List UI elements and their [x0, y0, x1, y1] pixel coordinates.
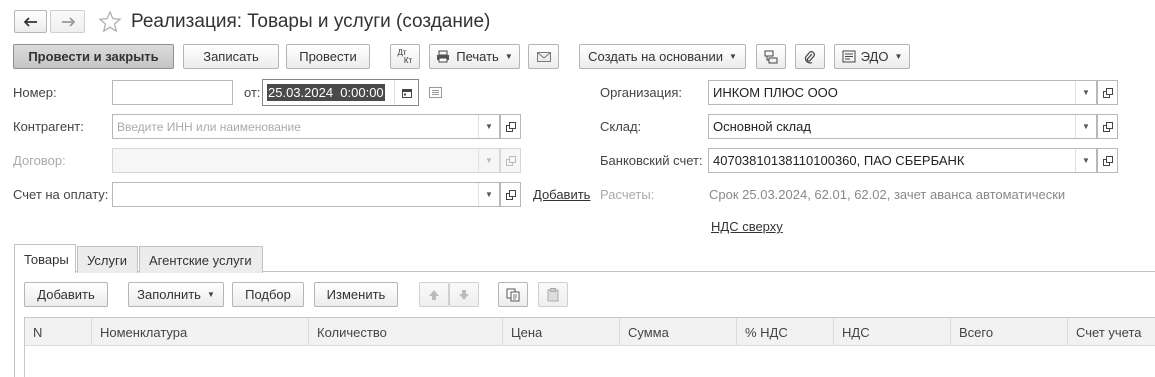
- vat-on-top-link[interactable]: НДС сверху: [711, 219, 783, 234]
- structure-button[interactable]: [756, 44, 786, 69]
- open-bank-account-button[interactable]: [1097, 148, 1118, 173]
- edo-icon: [842, 50, 856, 63]
- column-header-quantity[interactable]: Количество: [309, 318, 503, 346]
- settlements-label: Расчеты:: [600, 187, 655, 202]
- bank-account-input[interactable]: 40703810138110100360, ПАО СБЕРБАНК ▼: [708, 148, 1097, 173]
- chevron-down-icon: ▼: [728, 52, 737, 61]
- back-button[interactable]: [14, 10, 47, 33]
- organization-label: Организация:: [600, 85, 683, 100]
- number-label: Номер:: [13, 85, 57, 100]
- column-header-vat[interactable]: НДС: [834, 318, 951, 346]
- counterparty-label: Контрагент:: [13, 119, 84, 134]
- tab-goods[interactable]: Товары: [14, 244, 76, 273]
- open-organization-button[interactable]: [1097, 80, 1118, 105]
- open-invoice-button[interactable]: [500, 182, 521, 207]
- open-window-icon: [1102, 121, 1113, 132]
- dropdown-arrow-icon[interactable]: ▼: [478, 115, 499, 138]
- chevron-down-icon: ▼: [504, 52, 513, 61]
- comment-icon[interactable]: [429, 86, 442, 101]
- chevron-down-icon: ▼: [894, 52, 903, 61]
- column-header-total[interactable]: Всего: [951, 318, 1068, 346]
- open-window-icon: [1102, 155, 1113, 166]
- document-structure-icon: [764, 50, 778, 63]
- warehouse-label: Склад:: [600, 119, 642, 134]
- dropdown-arrow-icon[interactable]: ▼: [478, 149, 499, 172]
- dropdown-arrow-icon[interactable]: ▼: [1075, 115, 1096, 138]
- edo-button[interactable]: ЭДО ▼: [834, 44, 910, 69]
- arrow-left-icon: [23, 16, 37, 27]
- attachments-button[interactable]: [795, 44, 825, 69]
- create-based-on-label: Создать на основании: [588, 49, 723, 64]
- invoice-add-link[interactable]: Добавить: [533, 187, 590, 202]
- print-button[interactable]: Печать ▼: [429, 44, 520, 69]
- bank-account-label: Банковский счет:: [600, 153, 703, 168]
- open-warehouse-button[interactable]: [1097, 114, 1118, 139]
- organization-value: ИНКОМ ПЛЮС ООО: [713, 85, 838, 100]
- counterparty-placeholder: Введите ИНН или наименование: [117, 119, 301, 134]
- calendar-icon[interactable]: [394, 80, 418, 105]
- post-button[interactable]: Провести: [286, 44, 370, 69]
- column-header-vat-rate[interactable]: % НДС: [737, 318, 834, 346]
- invoice-input[interactable]: ▼: [112, 182, 500, 207]
- chevron-down-icon: ▼: [206, 290, 215, 299]
- invoice-label: Счет на оплату:: [13, 187, 109, 202]
- counterparty-input[interactable]: Введите ИНН или наименование ▼: [112, 114, 500, 139]
- favorite-star-icon[interactable]: [98, 10, 122, 37]
- column-header-amount[interactable]: Сумма: [620, 318, 737, 346]
- dropdown-arrow-icon[interactable]: ▼: [1075, 149, 1096, 172]
- open-counterparty-button[interactable]: [500, 114, 521, 139]
- printer-icon: [437, 50, 450, 63]
- paperclip-icon: [804, 50, 815, 64]
- warehouse-value: Основной склад: [713, 119, 811, 134]
- save-button[interactable]: Записать: [183, 44, 279, 69]
- tab-agent-services[interactable]: Агентские услуги: [139, 246, 263, 273]
- send-email-button[interactable]: [528, 44, 559, 69]
- open-window-icon: [505, 155, 516, 166]
- dropdown-arrow-icon[interactable]: ▼: [478, 183, 499, 206]
- envelope-icon: [536, 51, 551, 62]
- arrow-down-icon: [459, 289, 469, 300]
- contract-label: Договор:: [13, 153, 66, 168]
- table-fill-button[interactable]: Заполнить ▼: [128, 282, 224, 307]
- settlements-value[interactable]: Срок 25.03.2024, 62.01, 62.02, зачет ава…: [709, 187, 1065, 202]
- window-title: Реализация: Товары и услуги (создание): [131, 11, 491, 32]
- copy-icon: [506, 288, 520, 301]
- date-from-label: от:: [244, 85, 261, 100]
- dropdown-arrow-icon[interactable]: ▼: [1075, 81, 1096, 104]
- post-and-close-button[interactable]: Провести и закрыть: [13, 44, 174, 69]
- table-change-button[interactable]: Изменить: [314, 282, 398, 307]
- number-input[interactable]: [112, 80, 233, 105]
- date-input[interactable]: 25.03.2024 0:00:00: [262, 79, 419, 106]
- organization-input[interactable]: ИНКОМ ПЛЮС ООО ▼: [708, 80, 1097, 105]
- print-label: Печать: [456, 49, 499, 64]
- column-header-price[interactable]: Цена: [503, 318, 620, 346]
- open-contract-button[interactable]: [500, 148, 521, 173]
- table-add-button[interactable]: Добавить: [24, 282, 108, 307]
- paste-rows-button[interactable]: [538, 282, 568, 307]
- table-fill-label: Заполнить: [137, 287, 201, 302]
- open-window-icon: [505, 121, 516, 132]
- tab-services[interactable]: Услуги: [77, 246, 138, 273]
- edo-label: ЭДО: [860, 49, 889, 64]
- arrow-up-icon: [429, 289, 439, 300]
- move-up-button[interactable]: [419, 282, 449, 307]
- open-window-icon: [505, 189, 516, 200]
- dt-kt-button[interactable]: Дт Кт: [390, 44, 420, 69]
- forward-button[interactable]: [50, 10, 85, 33]
- table-pick-button[interactable]: Подбор: [232, 282, 304, 307]
- contract-input[interactable]: ▼: [112, 148, 500, 173]
- date-value: 25.03.2024 0:00:00: [267, 84, 385, 101]
- create-based-on-button[interactable]: Создать на основании ▼: [579, 44, 746, 69]
- column-header-account[interactable]: Счет учета: [1068, 318, 1155, 346]
- move-down-button[interactable]: [449, 282, 479, 307]
- copy-rows-button[interactable]: [498, 282, 528, 307]
- open-window-icon: [1102, 87, 1113, 98]
- warehouse-input[interactable]: Основной склад ▼: [708, 114, 1097, 139]
- kt-label: Кт: [403, 55, 413, 65]
- paste-icon: [547, 287, 559, 301]
- column-header-nomenclature[interactable]: Номенклатура: [92, 318, 309, 346]
- arrow-right-icon: [61, 16, 75, 27]
- column-header-n[interactable]: N: [25, 318, 92, 346]
- bank-account-value: 40703810138110100360, ПАО СБЕРБАНК: [713, 153, 965, 168]
